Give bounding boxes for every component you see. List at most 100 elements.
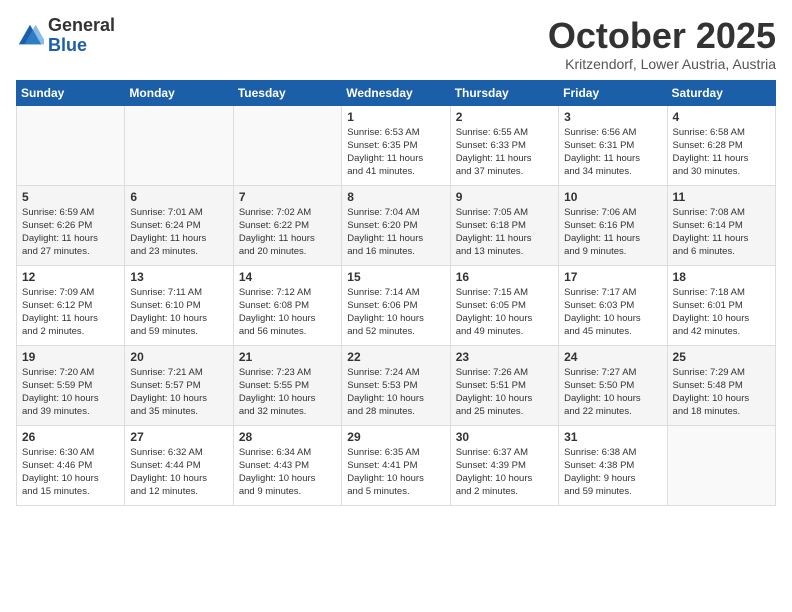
day-number: 7	[239, 190, 336, 204]
weekday-header-row: SundayMondayTuesdayWednesdayThursdayFrid…	[17, 80, 776, 105]
day-number: 11	[673, 190, 770, 204]
day-info: Sunrise: 7:08 AM Sunset: 6:14 PM Dayligh…	[673, 206, 770, 259]
day-number: 10	[564, 190, 661, 204]
day-info: Sunrise: 7:18 AM Sunset: 6:01 PM Dayligh…	[673, 286, 770, 339]
day-number: 2	[456, 110, 553, 124]
calendar-cell: 21 Sunrise: 7:23 AM Sunset: 5:55 PM Dayli…	[233, 345, 341, 425]
day-info: Sunrise: 6:58 AM Sunset: 6:28 PM Dayligh…	[673, 126, 770, 179]
day-info: Sunrise: 7:05 AM Sunset: 6:18 PM Dayligh…	[456, 206, 553, 259]
day-number: 31	[564, 430, 661, 444]
calendar-cell: 27 Sunrise: 6:32 AM Sunset: 4:44 PM Dayli…	[125, 425, 233, 505]
calendar-cell: 29Sunrise: 6:35 AM Sunset: 4:41 PM Dayli…	[342, 425, 450, 505]
calendar-cell: 12 Sunrise: 7:09 AM Sunset: 6:12 PM Dayli…	[17, 265, 125, 345]
calendar-cell: 23 Sunrise: 7:26 AM Sunset: 5:51 PM Dayli…	[450, 345, 558, 425]
day-info: Sunrise: 7:15 AM Sunset: 6:05 PM Dayligh…	[456, 286, 553, 339]
calendar-cell: 9 Sunrise: 7:05 AM Sunset: 6:18 PM Daylig…	[450, 185, 558, 265]
calendar-subtitle: Kritzendorf, Lower Austria, Austria	[548, 56, 776, 72]
logo-icon	[16, 22, 44, 50]
calendar-table: SundayMondayTuesdayWednesdayThursdayFrid…	[16, 80, 776, 506]
weekday-header-saturday: Saturday	[667, 80, 775, 105]
day-number: 8	[347, 190, 444, 204]
day-number: 19	[22, 350, 119, 364]
day-info: Sunrise: 7:23 AM Sunset: 5:55 PM Dayligh…	[239, 366, 336, 419]
calendar-week-row: 19 Sunrise: 7:20 AM Sunset: 5:59 PM Dayli…	[17, 345, 776, 425]
day-number: 28	[239, 430, 336, 444]
calendar-cell: 20Sunrise: 7:21 AM Sunset: 5:57 PM Dayli…	[125, 345, 233, 425]
calendar-cell: 8 Sunrise: 7:04 AM Sunset: 6:20 PM Daylig…	[342, 185, 450, 265]
calendar-cell: 5 Sunrise: 6:59 AM Sunset: 6:26 PM Daylig…	[17, 185, 125, 265]
weekday-header-monday: Monday	[125, 80, 233, 105]
day-number: 18	[673, 270, 770, 284]
day-info: Sunrise: 6:53 AM Sunset: 6:35 PM Dayligh…	[347, 126, 444, 179]
day-info: Sunrise: 7:17 AM Sunset: 6:03 PM Dayligh…	[564, 286, 661, 339]
calendar-week-row: 12 Sunrise: 7:09 AM Sunset: 6:12 PM Dayli…	[17, 265, 776, 345]
calendar-week-row: 26Sunrise: 6:30 AM Sunset: 4:46 PM Dayli…	[17, 425, 776, 505]
day-info: Sunrise: 6:37 AM Sunset: 4:39 PM Dayligh…	[456, 446, 553, 499]
calendar-cell: 11 Sunrise: 7:08 AM Sunset: 6:14 PM Dayli…	[667, 185, 775, 265]
day-info: Sunrise: 7:29 AM Sunset: 5:48 PM Dayligh…	[673, 366, 770, 419]
day-info: Sunrise: 7:20 AM Sunset: 5:59 PM Dayligh…	[22, 366, 119, 419]
logo-general-text: General	[48, 15, 115, 35]
logo: General Blue	[16, 16, 115, 56]
calendar-cell: 1 Sunrise: 6:53 AM Sunset: 6:35 PM Daylig…	[342, 105, 450, 185]
calendar-cell: 7 Sunrise: 7:02 AM Sunset: 6:22 PM Daylig…	[233, 185, 341, 265]
day-info: Sunrise: 7:12 AM Sunset: 6:08 PM Dayligh…	[239, 286, 336, 339]
day-info: Sunrise: 7:04 AM Sunset: 6:20 PM Dayligh…	[347, 206, 444, 259]
weekday-header-sunday: Sunday	[17, 80, 125, 105]
calendar-cell: 13 Sunrise: 7:11 AM Sunset: 6:10 PM Dayli…	[125, 265, 233, 345]
day-number: 1	[347, 110, 444, 124]
calendar-week-row: 1 Sunrise: 6:53 AM Sunset: 6:35 PM Daylig…	[17, 105, 776, 185]
calendar-cell: 19 Sunrise: 7:20 AM Sunset: 5:59 PM Dayli…	[17, 345, 125, 425]
day-info: Sunrise: 7:02 AM Sunset: 6:22 PM Dayligh…	[239, 206, 336, 259]
day-number: 4	[673, 110, 770, 124]
day-number: 25	[673, 350, 770, 364]
day-info: Sunrise: 7:24 AM Sunset: 5:53 PM Dayligh…	[347, 366, 444, 419]
day-number: 27	[130, 430, 227, 444]
day-info: Sunrise: 7:21 AM Sunset: 5:57 PM Dayligh…	[130, 366, 227, 419]
day-number: 29	[347, 430, 444, 444]
day-number: 5	[22, 190, 119, 204]
calendar-cell: 28Sunrise: 6:34 AM Sunset: 4:43 PM Dayli…	[233, 425, 341, 505]
weekday-header-friday: Friday	[559, 80, 667, 105]
calendar-cell: 15Sunrise: 7:14 AM Sunset: 6:06 PM Dayli…	[342, 265, 450, 345]
calendar-cell: 30 Sunrise: 6:37 AM Sunset: 4:39 PM Dayli…	[450, 425, 558, 505]
title-area: October 2025 Kritzendorf, Lower Austria,…	[548, 16, 776, 72]
day-number: 14	[239, 270, 336, 284]
day-number: 6	[130, 190, 227, 204]
calendar-cell: 31 Sunrise: 6:38 AM Sunset: 4:38 PM Dayli…	[559, 425, 667, 505]
calendar-cell: 22Sunrise: 7:24 AM Sunset: 5:53 PM Dayli…	[342, 345, 450, 425]
day-info: Sunrise: 7:09 AM Sunset: 6:12 PM Dayligh…	[22, 286, 119, 339]
day-number: 21	[239, 350, 336, 364]
day-number: 26	[22, 430, 119, 444]
day-info: Sunrise: 6:59 AM Sunset: 6:26 PM Dayligh…	[22, 206, 119, 259]
calendar-cell: 18 Sunrise: 7:18 AM Sunset: 6:01 PM Dayli…	[667, 265, 775, 345]
day-info: Sunrise: 6:38 AM Sunset: 4:38 PM Dayligh…	[564, 446, 661, 499]
day-info: Sunrise: 7:26 AM Sunset: 5:51 PM Dayligh…	[456, 366, 553, 419]
calendar-title: October 2025	[548, 16, 776, 56]
calendar-cell: 16 Sunrise: 7:15 AM Sunset: 6:05 PM Dayli…	[450, 265, 558, 345]
calendar-cell: 6 Sunrise: 7:01 AM Sunset: 6:24 PM Daylig…	[125, 185, 233, 265]
day-info: Sunrise: 6:55 AM Sunset: 6:33 PM Dayligh…	[456, 126, 553, 179]
day-number: 30	[456, 430, 553, 444]
day-number: 16	[456, 270, 553, 284]
day-number: 3	[564, 110, 661, 124]
day-number: 9	[456, 190, 553, 204]
calendar-cell: 25 Sunrise: 7:29 AM Sunset: 5:48 PM Dayli…	[667, 345, 775, 425]
page-header: General Blue October 2025 Kritzendorf, L…	[16, 16, 776, 72]
day-number: 23	[456, 350, 553, 364]
day-info: Sunrise: 7:01 AM Sunset: 6:24 PM Dayligh…	[130, 206, 227, 259]
day-number: 15	[347, 270, 444, 284]
day-number: 24	[564, 350, 661, 364]
day-info: Sunrise: 7:06 AM Sunset: 6:16 PM Dayligh…	[564, 206, 661, 259]
calendar-cell: 14 Sunrise: 7:12 AM Sunset: 6:08 PM Dayli…	[233, 265, 341, 345]
calendar-week-row: 5 Sunrise: 6:59 AM Sunset: 6:26 PM Daylig…	[17, 185, 776, 265]
day-info: Sunrise: 7:11 AM Sunset: 6:10 PM Dayligh…	[130, 286, 227, 339]
day-info: Sunrise: 7:27 AM Sunset: 5:50 PM Dayligh…	[564, 366, 661, 419]
day-number: 13	[130, 270, 227, 284]
calendar-cell: 4 Sunrise: 6:58 AM Sunset: 6:28 PM Daylig…	[667, 105, 775, 185]
weekday-header-wednesday: Wednesday	[342, 80, 450, 105]
day-info: Sunrise: 6:32 AM Sunset: 4:44 PM Dayligh…	[130, 446, 227, 499]
day-number: 12	[22, 270, 119, 284]
calendar-cell: 17Sunrise: 7:17 AM Sunset: 6:03 PM Dayli…	[559, 265, 667, 345]
weekday-header-tuesday: Tuesday	[233, 80, 341, 105]
